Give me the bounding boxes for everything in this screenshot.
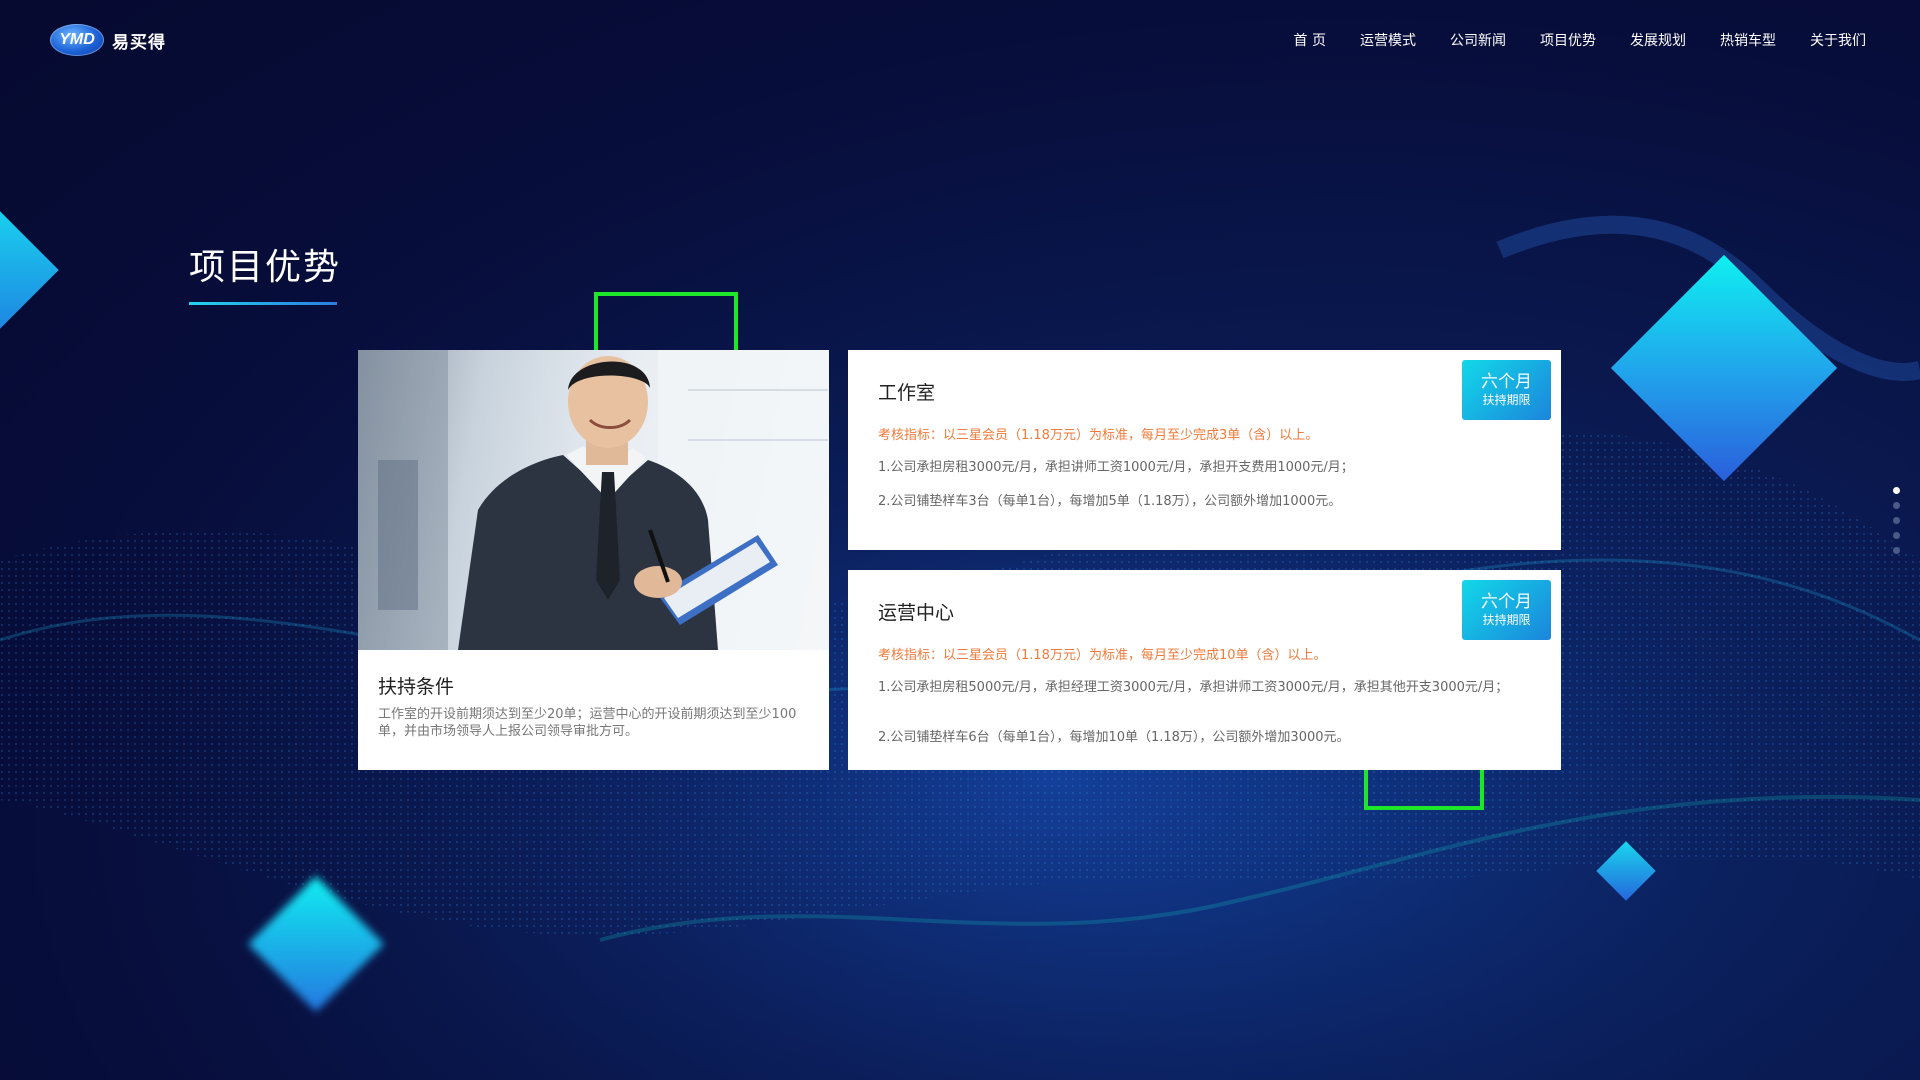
logo[interactable]: YMD 易买得 (50, 24, 166, 56)
support-period-badge: 六个月 扶持期限 (1462, 580, 1551, 640)
nav-item-development-plan[interactable]: 发展规划 (1630, 30, 1686, 50)
plan-card-studio: 工作室 考核指标：以三星会员（1.18万元）为标准，每月至少完成3单（含）以上。… (848, 350, 1561, 550)
badge-sub-label: 扶持期限 (1482, 393, 1531, 407)
diamond-decoration-large-icon (1610, 254, 1838, 482)
page-dot-icon[interactable] (1893, 502, 1900, 509)
support-card: 扶持条件 工作室的开设前期须达到至少20单；运营中心的开设前期须达到至少100单… (358, 350, 829, 770)
plan-card-title: 工作室 (878, 382, 936, 404)
logo-badge-icon: YMD (50, 24, 104, 56)
plan-card-item: 2.公司铺垫样车3台（每单1台），每增加5单（1.18万），公司额外增加1000… (878, 494, 1342, 509)
plan-card-indicator: 考核指标：以三星会员（1.18万元）为标准，每月至少完成10单（含）以上。 (878, 648, 1327, 663)
page-dot-icon[interactable] (1893, 547, 1900, 554)
nav-item-hot-models[interactable]: 热销车型 (1720, 30, 1776, 50)
page-dot-icon[interactable] (1893, 532, 1900, 539)
diamond-decoration-blurred-icon (248, 876, 384, 1012)
support-card-title: 扶持条件 (378, 676, 455, 698)
nav-item-home[interactable]: 首 页 (1294, 30, 1326, 50)
section-title: 项目优势 (189, 247, 342, 288)
diamond-decoration-small-icon (1596, 841, 1656, 901)
plan-card-item: 1.公司承担房租5000元/月，承担经理工资3000元/月，承担讲师工资3000… (878, 680, 1509, 695)
businessman-photo (358, 350, 829, 650)
businessman-photo-icon (358, 350, 829, 650)
page-dot-icon[interactable] (1893, 517, 1900, 524)
logo-name: 易买得 (112, 32, 166, 53)
support-period-badge: 六个月 扶持期限 (1462, 360, 1551, 420)
plan-card-title: 运营中心 (878, 602, 955, 624)
plan-card-operation-center: 运营中心 考核指标：以三星会员（1.18万元）为标准，每月至少完成10单（含）以… (848, 570, 1561, 770)
support-card-text: 工作室的开设前期须达到至少20单；运营中心的开设前期须达到至少100单，并由市场… (378, 707, 797, 739)
title-underline (189, 302, 337, 305)
header: YMD 易买得 首 页 运营模式 公司新闻 项目优势 发展规划 热销车型 关于我… (0, 0, 1920, 80)
plan-card-indicator: 考核指标：以三星会员（1.18万元）为标准，每月至少完成3单（含）以上。 (878, 428, 1319, 443)
page-pagination (1893, 487, 1900, 554)
nav-item-company-news[interactable]: 公司新闻 (1450, 30, 1506, 50)
nav-item-operation-mode[interactable]: 运营模式 (1360, 30, 1416, 50)
badge-sub-label: 扶持期限 (1482, 613, 1531, 627)
nav-item-about-us[interactable]: 关于我们 (1810, 30, 1866, 50)
page-dot-icon[interactable] (1893, 487, 1900, 494)
diamond-decoration-left-icon (0, 199, 59, 341)
green-outline-top (594, 292, 738, 354)
green-outline-bottom (1364, 768, 1484, 810)
nav-item-project-advantage[interactable]: 项目优势 (1540, 30, 1596, 50)
plan-card-item: 1.公司承担房租3000元/月，承担讲师工资1000元/月，承担开支费用1000… (878, 460, 1354, 475)
badge-main-label: 六个月 (1481, 372, 1532, 392)
badge-main-label: 六个月 (1481, 592, 1532, 612)
main-nav: 首 页 运营模式 公司新闻 项目优势 发展规划 热销车型 关于我们 (1260, 30, 1866, 50)
plan-card-item: 2.公司铺垫样车6台（每单1台），每增加10单（1.18万），公司额外增加300… (878, 730, 1350, 745)
